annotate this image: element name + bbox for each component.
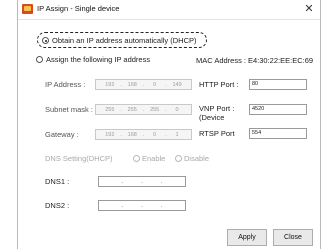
subnet-mask-label: Subnet mask :: [45, 105, 93, 114]
ip-assign-dialog: IP Assign - Single device ✕ Obtain an IP…: [17, 0, 321, 249]
gateway-octet-4: 1: [175, 131, 179, 138]
dns1-label: DNS1 :: [45, 177, 70, 186]
ip-address-field[interactable]: 192. 168. 0. 149: [95, 79, 192, 90]
subnet-octet-4: 0: [175, 106, 179, 113]
http-port-input[interactable]: 80: [249, 79, 307, 90]
title-bar: IP Assign - Single device ✕: [18, 0, 320, 20]
app-icon: [22, 4, 33, 14]
dns-disable-label: Disable: [184, 154, 210, 163]
vnp-port-input[interactable]: 4520: [249, 104, 307, 115]
apply-button[interactable]: Apply: [227, 229, 267, 246]
rtsp-port-label: RTSP Port: [199, 129, 235, 138]
ip-address-label: IP Address :: [45, 80, 86, 89]
vnp-port-label: VNP Port :: [199, 104, 235, 113]
static-ip-radio[interactable]: [36, 56, 43, 63]
http-port-label: HTTP Port :: [199, 80, 239, 89]
dns1-field[interactable]: . . .: [98, 176, 186, 187]
gateway-octet-2: 168: [127, 131, 137, 138]
subnet-octet-1: 255: [105, 106, 115, 113]
subnet-octet-2: 255: [127, 106, 137, 113]
ip-octet-4: 149: [172, 81, 182, 88]
gateway-octet-1: 192: [105, 131, 115, 138]
dns-disable-radio[interactable]: [175, 155, 182, 162]
close-icon[interactable]: ✕: [302, 2, 316, 16]
subnet-octet-3: 255: [150, 106, 160, 113]
window-title: IP Assign - Single device: [37, 4, 120, 13]
dns2-label: DNS2 :: [45, 201, 70, 210]
gateway-label: Gateway :: [45, 130, 79, 139]
gateway-field[interactable]: 192. 168. 0. 1: [95, 129, 192, 140]
dns-setting-label: DNS Setting(DHCP): [45, 154, 113, 163]
vnp-port-label-sub: (Device: [199, 113, 225, 122]
dhcp-radio-label[interactable]: Obtain an IP address automatically (DHCP…: [52, 36, 197, 45]
dns2-field[interactable]: . . .: [98, 200, 186, 211]
rtsp-port-input[interactable]: 554: [249, 128, 307, 139]
close-button[interactable]: Close: [273, 229, 313, 246]
mac-address-value: E4:30:22:EE:EC:69: [248, 56, 314, 65]
ip-octet-1: 192: [105, 81, 115, 88]
subnet-mask-field[interactable]: 255. 255. 255. 0: [95, 104, 192, 115]
dns-enable-radio[interactable]: [133, 155, 140, 162]
mac-address-label: MAC Address :: [196, 56, 247, 65]
ip-octet-3: 0: [153, 81, 157, 88]
dns-enable-label: Enable: [142, 154, 166, 163]
static-ip-radio-label[interactable]: Assign the following IP address: [46, 55, 150, 64]
dhcp-radio[interactable]: [42, 37, 49, 44]
gateway-octet-3: 0: [153, 131, 157, 138]
ip-octet-2: 168: [127, 81, 137, 88]
